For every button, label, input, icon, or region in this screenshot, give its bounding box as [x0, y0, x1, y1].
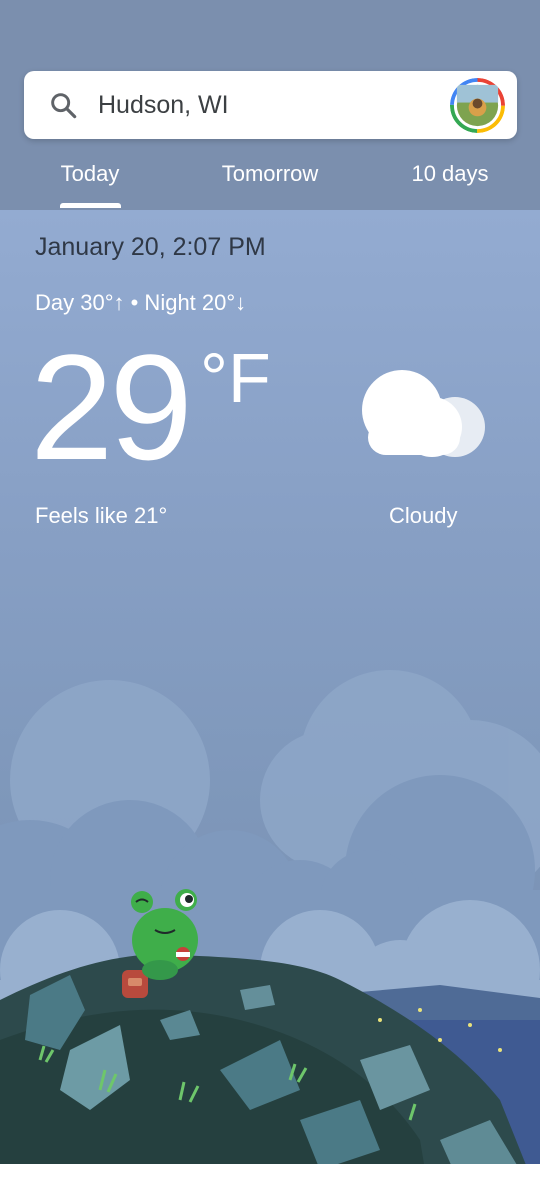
frog-hill-illustration: [0, 670, 540, 1200]
weather-screen: Hudson, WI Today Tomorrow 10 days Januar…: [0, 0, 540, 1200]
search-icon[interactable]: [48, 90, 80, 122]
cloud-icon: [362, 370, 485, 457]
day-night-range: Day 30°↑ • Night 20°↓: [35, 290, 247, 315]
tab-tomorrow[interactable]: Tomorrow: [195, 158, 345, 190]
tab-today[interactable]: Today: [40, 158, 140, 190]
temperature-unit: °F: [200, 339, 271, 417]
bottom-edge: [0, 1164, 540, 1200]
feels-like: Feels like 21°: [35, 503, 168, 528]
current-temperature: 29: [30, 323, 193, 491]
date-time: January 20, 2:07 PM: [35, 233, 266, 261]
account-avatar[interactable]: [450, 78, 505, 133]
location-text[interactable]: Hudson, WI: [98, 87, 229, 123]
tab-10-days[interactable]: 10 days: [390, 158, 510, 190]
selected-tab-indicator: [60, 203, 121, 208]
condition-label: Cloudy: [389, 503, 458, 528]
